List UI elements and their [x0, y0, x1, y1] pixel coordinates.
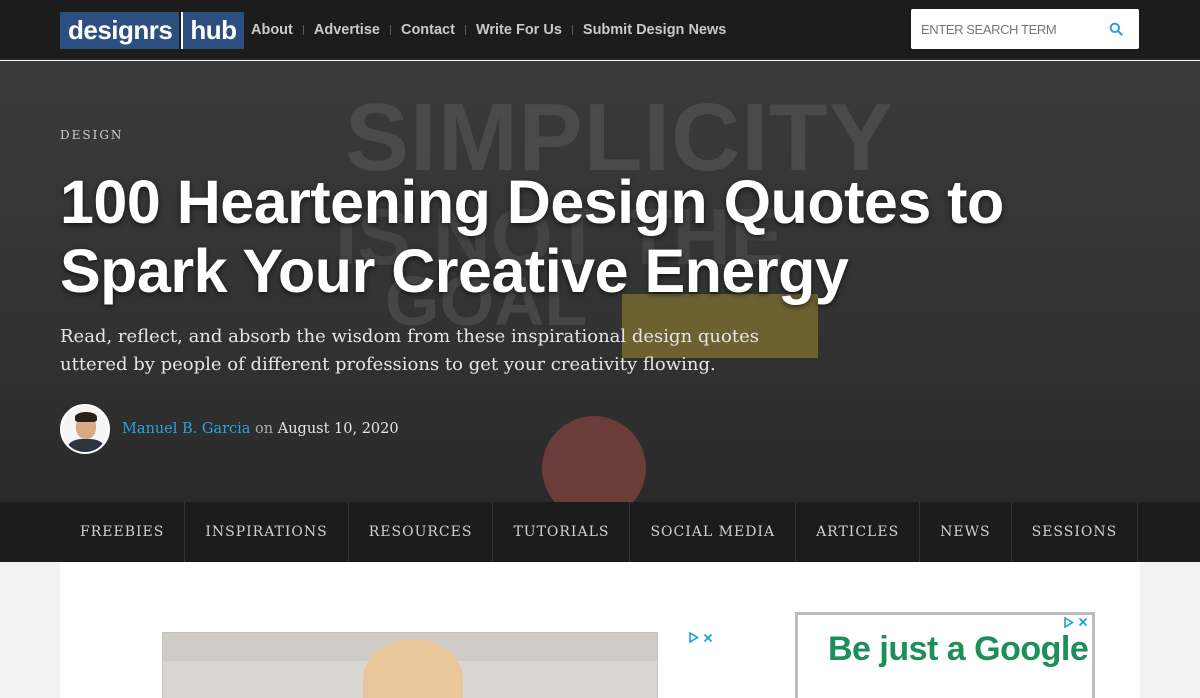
author-byline: Manuel B. Garcia on August 10, 2020 — [60, 404, 399, 454]
nav-submit-design-news[interactable]: Submit Design News — [583, 22, 726, 38]
category-articles[interactable]: ARTICLES — [796, 502, 921, 562]
category-tutorials[interactable]: TUTORIALS — [493, 502, 631, 562]
avatar[interactable] — [60, 404, 110, 454]
category-inspirations[interactable]: INSPIRATIONS — [185, 502, 349, 562]
hero-section: SIMPLICITY IS NOT THE GOAL DESIGN 100 He… — [0, 61, 1200, 502]
ad-choices[interactable] — [1063, 617, 1088, 628]
site-logo[interactable]: designrs hub — [60, 12, 244, 49]
ad-banner-image[interactable] — [162, 632, 658, 698]
search-box — [911, 9, 1139, 49]
category-resources[interactable]: RESOURCES — [349, 502, 494, 562]
ad-choices[interactable] — [688, 632, 713, 643]
post-subtitle: Read, reflect, and absorb the wisdom fro… — [60, 326, 759, 375]
post-category[interactable]: DESIGN — [60, 128, 123, 142]
adchoices-icon[interactable] — [688, 632, 699, 643]
category-social-media[interactable]: SOCIAL MEDIA — [630, 502, 797, 562]
byline-text: Manuel B. Garcia on August 10, 2020 — [122, 421, 399, 437]
hero-bg-ball — [542, 416, 646, 502]
post-title: 100 Heartening Design Quotes to Spark Yo… — [60, 168, 1004, 305]
nav-about[interactable]: About — [251, 22, 293, 38]
nav-separator — [302, 25, 304, 35]
search-button[interactable] — [1097, 10, 1135, 48]
ad-sidebar[interactable]: Be just a Google — [795, 612, 1095, 698]
logo-text-hub: hub — [181, 12, 244, 49]
close-icon[interactable] — [1078, 617, 1088, 627]
nav-separator — [571, 25, 573, 35]
ad-headline: Be just a Google — [828, 630, 1089, 668]
category-freebies[interactable]: FREEBIES — [60, 502, 186, 562]
search-icon — [1109, 22, 1123, 36]
post-date: August 10, 2020 — [277, 421, 399, 437]
category-nav: FREEBIES INSPIRATIONS RESOURCES TUTORIAL… — [0, 502, 1200, 562]
close-icon[interactable] — [703, 633, 713, 643]
top-nav: About Advertise Contact Write For Us Sub… — [251, 0, 726, 60]
nav-contact[interactable]: Contact — [401, 22, 455, 38]
main-content: Be just a Google — [60, 562, 1140, 698]
adchoices-icon[interactable] — [1063, 617, 1074, 628]
byline-on: on — [255, 421, 274, 437]
nav-write-for-us[interactable]: Write For Us — [476, 22, 562, 38]
nav-advertise[interactable]: Advertise — [314, 22, 380, 38]
author-link[interactable]: Manuel B. Garcia — [122, 421, 250, 437]
nav-separator — [464, 25, 466, 35]
nav-separator — [389, 25, 391, 35]
category-news[interactable]: NEWS — [920, 502, 1012, 562]
search-input[interactable] — [911, 10, 1097, 48]
top-bar: designrs hub About Advertise Contact Wri… — [0, 0, 1200, 60]
category-sessions[interactable]: SESSIONS — [1012, 502, 1139, 562]
logo-text-designrs: designrs — [60, 12, 180, 49]
